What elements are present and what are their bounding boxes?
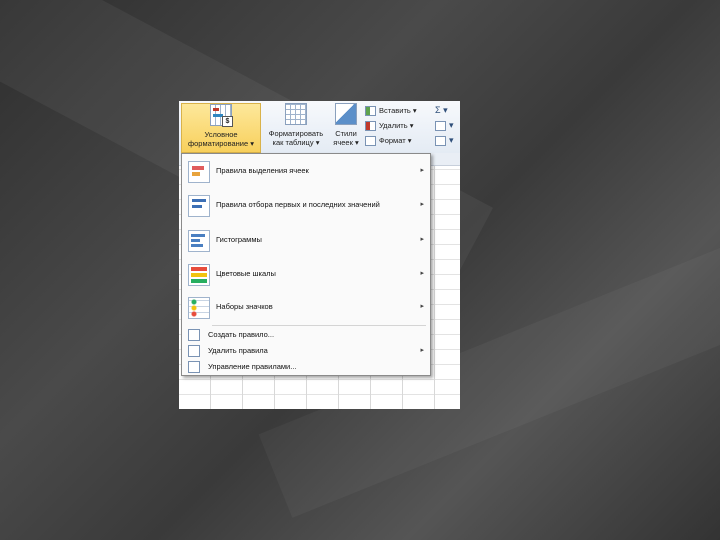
- clear-button[interactable]: ▾: [435, 133, 459, 148]
- submenu-arrow-icon: ▸: [420, 167, 424, 174]
- menu-item-top-bottom-rules[interactable]: Правила отбора первых и последних значен…: [182, 192, 430, 218]
- submenu-arrow-icon: ▸: [420, 201, 424, 208]
- delete-button[interactable]: Удалить ▾: [365, 118, 435, 133]
- menu-item-new-rule[interactable]: Создать правило...: [182, 327, 430, 342]
- insert-cells-icon: [365, 106, 376, 117]
- conditional-formatting-icon: $: [210, 104, 233, 127]
- menu-separator: [212, 325, 426, 326]
- conditional-formatting-menu: Правила выделения ячеек ▸ Правила отбора…: [181, 153, 431, 376]
- menu-item-highlight-cells-rules[interactable]: Правила выделения ячеек ▸: [182, 158, 430, 184]
- menu-item-label: Гистограммы: [216, 235, 262, 244]
- submenu-arrow-icon: ▸: [420, 347, 424, 354]
- cells-group: Вставить ▾ Удалить ▾ Формат ▾: [365, 103, 435, 148]
- menu-item-clear-rules[interactable]: Удалить правила ▸: [182, 343, 430, 358]
- format-as-table-button[interactable]: Форматировать как таблицу ▾: [263, 103, 329, 153]
- menu-item-label: Цветовые шкалы: [216, 269, 276, 278]
- data-bars-icon: [188, 230, 210, 252]
- button-label-line2: как таблицу ▾: [272, 138, 320, 147]
- menu-item-label: Правила отбора первых и последних значен…: [216, 200, 380, 209]
- button-label-line1: Форматировать: [268, 129, 324, 138]
- manage-rules-icon: [188, 361, 200, 373]
- new-rule-icon: [188, 329, 200, 341]
- fill-icon: [435, 120, 446, 131]
- delete-cells-icon: [365, 121, 376, 132]
- submenu-arrow-icon: ▸: [420, 270, 424, 277]
- cell-styles-button[interactable]: Стили ячеек ▾: [329, 103, 363, 153]
- autosum-button[interactable]: Σ ▾: [435, 103, 459, 118]
- insert-label: Вставить ▾: [379, 106, 417, 115]
- format-button[interactable]: Формат ▾: [365, 133, 435, 148]
- cell-styles-icon: [335, 103, 357, 125]
- menu-item-label: Наборы значков: [216, 302, 273, 311]
- top-bottom-rules-icon: [188, 195, 210, 217]
- conditional-formatting-button[interactable]: $ Условное форматирование ▾: [181, 103, 261, 153]
- button-label-line2: ячеек ▾: [333, 138, 359, 147]
- icon-sets-icon: [188, 297, 210, 319]
- menu-item-data-bars[interactable]: Гистограммы ▸: [182, 227, 430, 253]
- clear-label: ▾: [449, 135, 454, 145]
- menu-item-icon-sets[interactable]: Наборы значков ▸: [182, 294, 430, 320]
- table-icon: [285, 103, 307, 125]
- button-label-line2: форматирование ▾: [187, 139, 255, 148]
- menu-item-label: Создать правило...: [208, 330, 275, 339]
- menu-item-label: Правила выделения ячеек: [216, 166, 309, 175]
- insert-button[interactable]: Вставить ▾: [365, 103, 435, 118]
- editing-group: Σ ▾ ▾ ▾: [435, 103, 459, 148]
- color-scales-icon: [188, 264, 210, 286]
- button-label-line1: Условное: [204, 130, 238, 139]
- menu-item-color-scales[interactable]: Цветовые шкалы ▸: [182, 261, 430, 287]
- menu-item-manage-rules[interactable]: Управление правилами...: [182, 359, 430, 374]
- excel-screenshot: $ Условное форматирование ▾ Форматироват…: [179, 101, 460, 409]
- menu-item-label: Удалить правила: [208, 346, 268, 355]
- clear-rules-icon: [188, 345, 200, 357]
- button-label-line1: Стили: [335, 129, 357, 138]
- submenu-arrow-icon: ▸: [420, 303, 424, 310]
- eraser-icon: [435, 135, 446, 146]
- fill-button[interactable]: ▾: [435, 118, 459, 133]
- submenu-arrow-icon: ▸: [420, 236, 424, 243]
- highlight-rules-icon: [188, 161, 210, 183]
- format-label: Формат ▾: [379, 136, 412, 145]
- ribbon: $ Условное форматирование ▾ Форматироват…: [179, 101, 460, 154]
- format-cells-icon: [365, 136, 376, 147]
- delete-label: Удалить ▾: [379, 121, 414, 130]
- menu-item-label: Управление правилами...: [208, 362, 297, 371]
- fill-label: ▾: [449, 120, 454, 130]
